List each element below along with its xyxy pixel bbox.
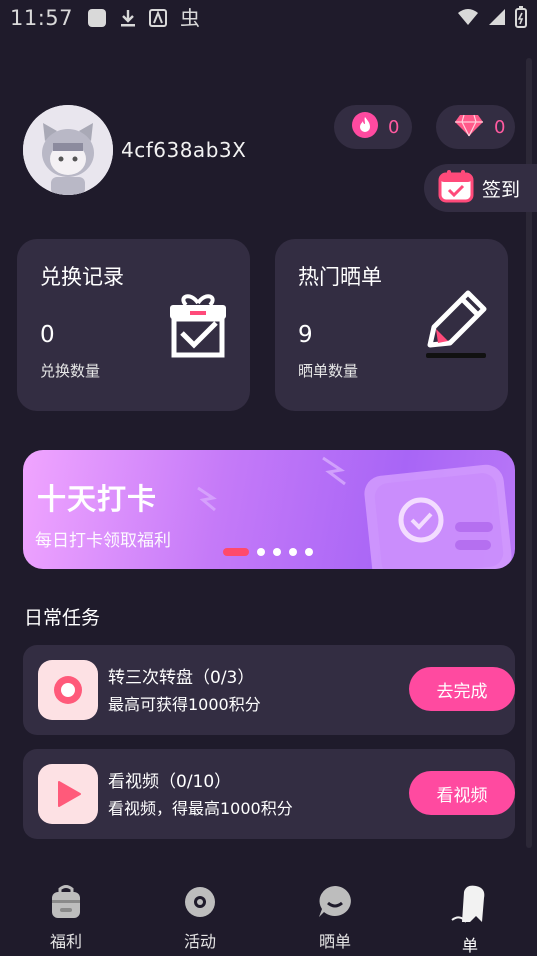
status-time: 11:57: [10, 6, 74, 30]
bag-icon: [50, 884, 82, 924]
bottom-tab-bar: 福利 活动 晒单 单: [0, 870, 537, 956]
carousel-dot[interactable]: [289, 548, 297, 556]
play-icon: [38, 764, 98, 824]
tab-label: 单: [461, 936, 478, 955]
task-row-video: 看视频（0/10） 看视频，得最高1000积分 看视频: [23, 749, 515, 839]
tab-label: 活动: [183, 932, 216, 951]
carousel-dot[interactable]: [305, 548, 313, 556]
tab-activity[interactable]: 活动: [160, 884, 240, 952]
fire-icon: [352, 112, 378, 142]
fire-count: 0: [388, 116, 400, 138]
checkin-banner[interactable]: 十天打卡 每日打卡领取福利: [23, 450, 515, 569]
ghost-icon: [446, 884, 494, 928]
signal-icon: [487, 7, 507, 32]
hot-share-card[interactable]: 热门晒单 9 晒单数量: [275, 239, 508, 411]
svg-text:虫: 虫: [180, 7, 200, 29]
daily-tasks-title: 日常任务: [24, 607, 101, 629]
watch-video-button[interactable]: 看视频: [409, 771, 515, 815]
gem-count: 0: [494, 116, 506, 138]
tab-ghost[interactable]: 单: [430, 884, 510, 956]
task-name: 看视频（0/10）: [108, 772, 232, 792]
gift-box-icon: [166, 289, 230, 365]
card-value: 0: [40, 322, 55, 348]
banner-title: 十天打卡: [37, 482, 158, 516]
notification-square-icon: [87, 8, 107, 28]
exchange-record-card[interactable]: 兑换记录 0 兑换数量: [17, 239, 250, 411]
task-desc: 看视频，得最高1000积分: [108, 799, 293, 818]
card-subtitle: 晒单数量: [298, 362, 359, 380]
card-value: 9: [298, 322, 313, 348]
card-title: 热门晒单: [298, 265, 382, 289]
username: 4cf638ab3X: [121, 138, 247, 162]
task-name: 转三次转盘（0/3）: [108, 668, 255, 688]
tab-label: 福利: [49, 932, 82, 951]
record-icon: [38, 660, 98, 720]
card-title: 兑换记录: [40, 265, 124, 289]
carousel-dots[interactable]: [223, 548, 313, 556]
gem-icon: [454, 113, 484, 141]
chat-bubble-icon: [316, 884, 354, 924]
checkin-button[interactable]: 签到: [424, 164, 537, 212]
battery-icon: [515, 6, 527, 33]
status-right: [457, 6, 527, 33]
disc-icon: [183, 884, 217, 924]
checkin-label: 签到: [482, 178, 521, 201]
task-row-spin: 转三次转盘（0/3） 最高可获得1000积分 去完成: [23, 645, 515, 735]
download-icon: [119, 8, 137, 28]
tab-label: 晒单: [318, 932, 351, 951]
carousel-dot[interactable]: [273, 548, 281, 556]
fire-points-badge[interactable]: 0: [334, 105, 412, 149]
bug-icon: 虫: [179, 7, 201, 29]
card-subtitle: 兑换数量: [40, 362, 101, 380]
carousel-dot-active[interactable]: [223, 548, 249, 556]
gem-points-badge[interactable]: 0: [436, 105, 515, 149]
tab-welfare[interactable]: 福利: [26, 884, 106, 952]
task-desc: 最高可获得1000积分: [108, 695, 261, 714]
carousel-dot[interactable]: [257, 548, 265, 556]
pencil-icon: [422, 289, 488, 365]
go-complete-button[interactable]: 去完成: [409, 667, 515, 711]
calendar-check-icon: [438, 169, 474, 207]
wifi-icon: [457, 7, 479, 32]
status-bar: 11:57 虫: [0, 0, 537, 36]
banner-subtitle: 每日打卡领取福利: [35, 531, 171, 551]
tab-share[interactable]: 晒单: [295, 884, 375, 952]
app-a-icon: [149, 8, 168, 28]
avatar[interactable]: [23, 105, 113, 195]
